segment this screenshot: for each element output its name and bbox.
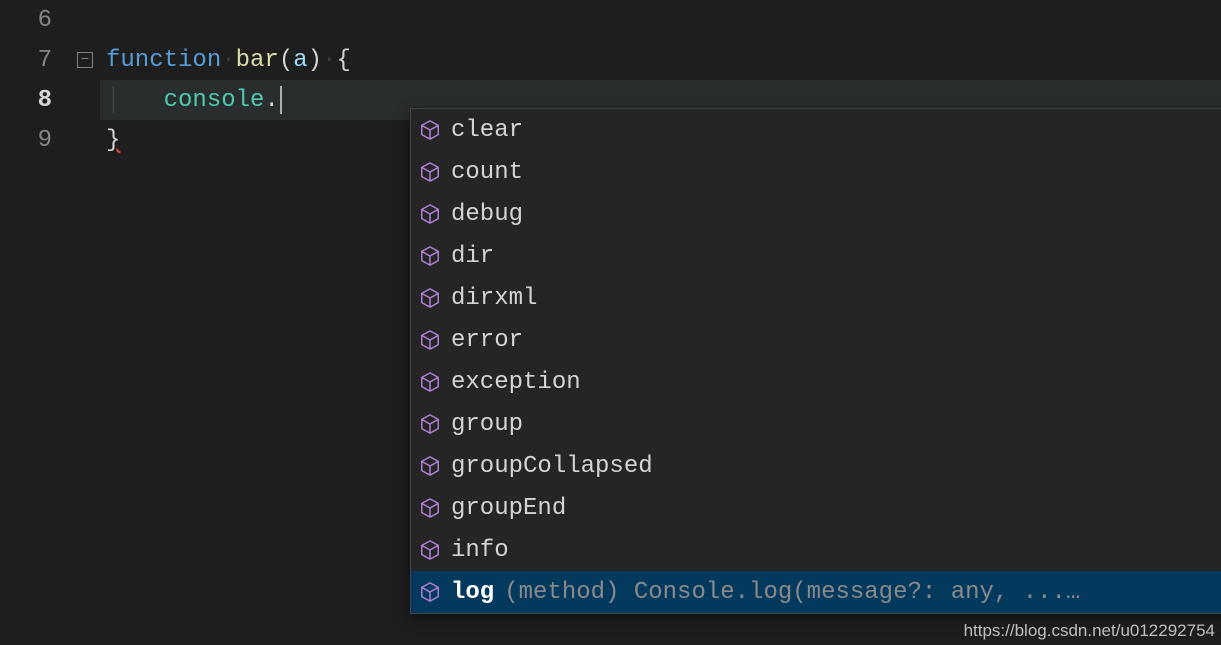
autocomplete-label: debug	[451, 201, 523, 228]
code-line[interactable]: function·bar(a)·{	[100, 40, 1221, 80]
indent-guide: │	[106, 87, 164, 114]
method-icon	[419, 581, 441, 603]
autocomplete-label: groupCollapsed	[451, 453, 653, 480]
autocomplete-label: log	[451, 579, 494, 606]
fold-collapse-icon[interactable]: −	[77, 52, 93, 68]
paren-close: )	[308, 47, 322, 74]
code-editor[interactable]: 6 7 8 9 − function·bar(a)·{ │ console. }…	[0, 0, 1221, 645]
autocomplete-label: clear	[451, 117, 523, 144]
autocomplete-label: count	[451, 159, 523, 186]
method-icon	[419, 203, 441, 225]
autocomplete-label: group	[451, 411, 523, 438]
line-number: 8	[0, 80, 70, 120]
autocomplete-label: dirxml	[451, 285, 537, 312]
autocomplete-item[interactable]: count	[411, 151, 1221, 193]
keyword: function	[106, 47, 221, 74]
autocomplete-item[interactable]: dirxml	[411, 277, 1221, 319]
method-icon	[419, 245, 441, 267]
method-icon	[419, 413, 441, 435]
function-name: bar	[236, 47, 279, 74]
autocomplete-popup[interactable]: clear count debug dir dirxml error exception gr…	[410, 108, 1221, 614]
autocomplete-item[interactable]: clear	[411, 109, 1221, 151]
parameter: a	[293, 47, 307, 74]
autocomplete-label: dir	[451, 243, 494, 270]
autocomplete-item[interactable]: exception	[411, 361, 1221, 403]
method-icon	[419, 287, 441, 309]
dot: .	[264, 87, 278, 114]
method-icon	[419, 539, 441, 561]
autocomplete-label: error	[451, 327, 523, 354]
autocomplete-label: exception	[451, 369, 581, 396]
whitespace-dot: ·	[322, 47, 336, 74]
autocomplete-item[interactable]: dir	[411, 235, 1221, 277]
autocomplete-list[interactable]: clear count debug dir dirxml error exception gr…	[411, 109, 1221, 613]
object-name: console	[164, 87, 265, 114]
autocomplete-item[interactable]: groupEnd	[411, 487, 1221, 529]
autocomplete-label: info	[451, 537, 509, 564]
autocomplete-item[interactable]: log (method) Console.log(message?: any, .…	[411, 571, 1221, 613]
text-cursor	[280, 86, 282, 114]
autocomplete-item[interactable]: info	[411, 529, 1221, 571]
autocomplete-item[interactable]: error	[411, 319, 1221, 361]
code-area[interactable]: function·bar(a)·{ │ console. } clearcoun…	[100, 0, 1221, 645]
method-icon	[419, 497, 441, 519]
method-icon	[419, 119, 441, 141]
code-line[interactable]	[100, 0, 1221, 40]
autocomplete-item[interactable]: debug	[411, 193, 1221, 235]
method-icon	[419, 161, 441, 183]
method-icon	[419, 371, 441, 393]
brace-open: {	[336, 47, 350, 74]
watermark-text: https://blog.csdn.net/u012292754	[964, 621, 1215, 641]
whitespace-dot: ·	[221, 47, 235, 74]
autocomplete-item[interactable]: group	[411, 403, 1221, 445]
brace-close: }	[106, 127, 120, 154]
paren-open: (	[279, 47, 293, 74]
autocomplete-label: groupEnd	[451, 495, 566, 522]
line-number: 9	[0, 120, 70, 160]
autocomplete-detail: (method) Console.log(message?: any, ...…	[504, 579, 1221, 606]
fold-gutter: −	[70, 0, 100, 645]
method-icon	[419, 329, 441, 351]
line-number: 7	[0, 40, 70, 80]
method-icon	[419, 455, 441, 477]
autocomplete-item[interactable]: groupCollapsed	[411, 445, 1221, 487]
line-number: 6	[0, 0, 70, 40]
line-number-gutter: 6 7 8 9	[0, 0, 70, 645]
